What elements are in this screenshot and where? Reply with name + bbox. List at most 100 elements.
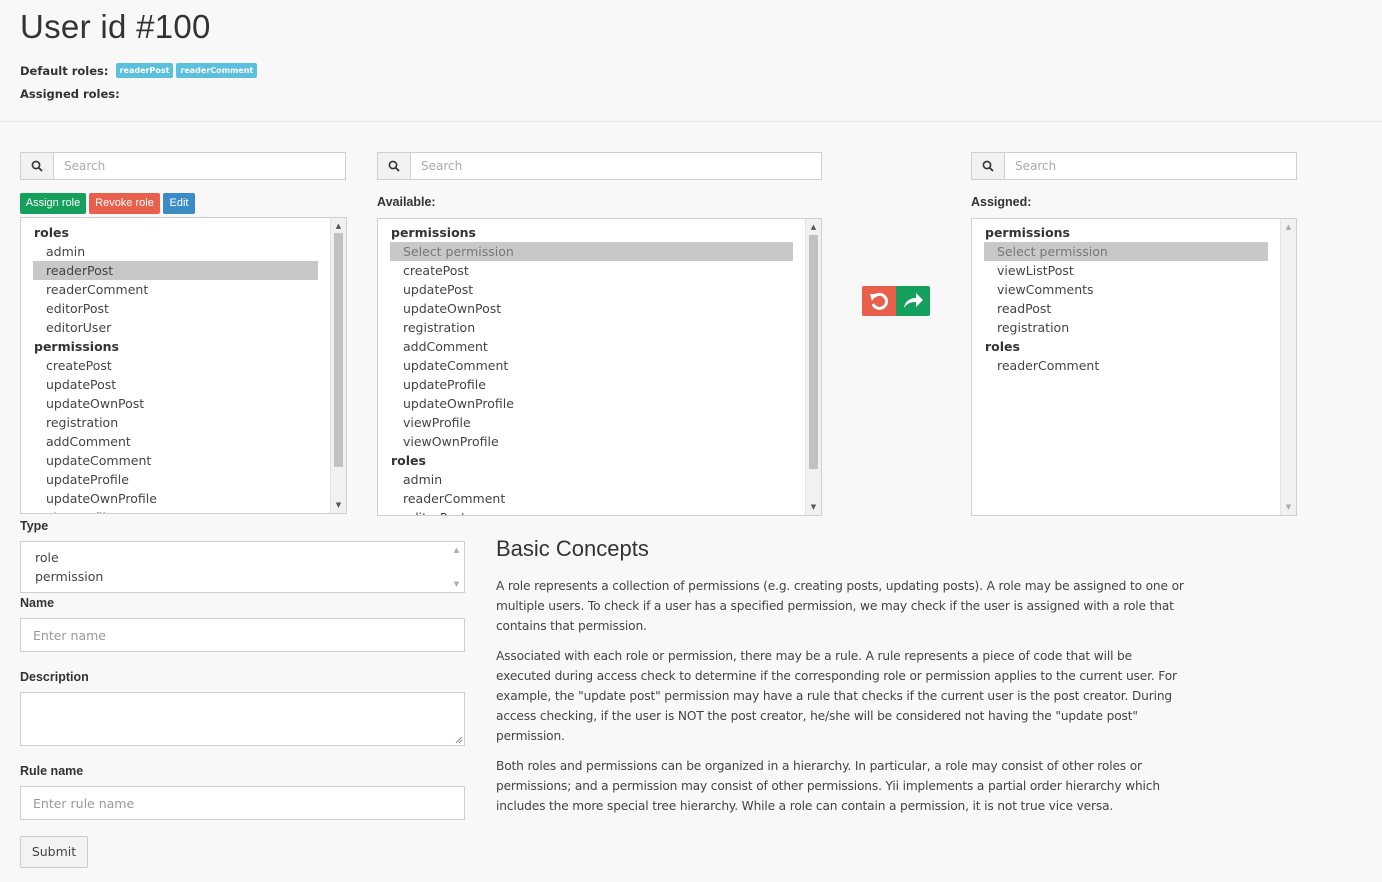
list-item[interactable]: createPost bbox=[33, 356, 318, 375]
scroll-up-icon[interactable]: ▲ bbox=[331, 220, 346, 232]
list-item[interactable]: admin bbox=[33, 242, 318, 261]
group-label-permissions: permissions bbox=[34, 339, 119, 354]
scroll-up-icon[interactable]: ▲ bbox=[449, 544, 464, 556]
scrollbar[interactable]: ▲ ▼ bbox=[1280, 219, 1296, 515]
edit-button[interactable]: Edit bbox=[163, 193, 195, 214]
rule-name-input[interactable] bbox=[21, 787, 464, 819]
list-item[interactable]: viewProfile bbox=[33, 508, 318, 513]
left-search-input[interactable] bbox=[54, 153, 345, 179]
scroll-up-icon[interactable]: ▲ bbox=[1281, 221, 1296, 233]
assign-role-button[interactable]: Assign role bbox=[20, 193, 86, 214]
list-item[interactable]: registration bbox=[33, 413, 318, 432]
list-item[interactable]: viewProfile bbox=[390, 413, 793, 432]
list-item[interactable]: readerComment bbox=[33, 280, 318, 299]
type-option[interactable]: permission bbox=[21, 567, 448, 586]
list-item[interactable]: createPost bbox=[390, 261, 793, 280]
scroll-thumb[interactable] bbox=[809, 235, 818, 469]
list-item[interactable]: updateProfile bbox=[33, 470, 318, 489]
list-item[interactable]: Select permission bbox=[390, 242, 793, 261]
list-item[interactable]: viewOwnProfile bbox=[390, 432, 793, 451]
share-forward-icon bbox=[904, 293, 923, 308]
assigned-label: Assigned: bbox=[971, 195, 1032, 209]
available-listbox[interactable]: permissions Select permission createPost… bbox=[377, 218, 822, 516]
list-item[interactable]: addComment bbox=[390, 337, 793, 356]
list-item[interactable]: editorPost bbox=[33, 299, 318, 318]
divider bbox=[0, 121, 1382, 122]
undo-icon bbox=[870, 292, 888, 310]
scroll-down-icon[interactable]: ▼ bbox=[806, 501, 821, 513]
scroll-down-icon[interactable]: ▼ bbox=[1281, 501, 1296, 513]
concepts-section: Basic Concepts A role represents a colle… bbox=[496, 536, 1186, 826]
revoke-role-button[interactable]: Revoke role bbox=[89, 193, 160, 214]
list-item[interactable]: editorUser bbox=[33, 318, 318, 337]
list-item[interactable]: addComment bbox=[33, 432, 318, 451]
group-label-roles: roles bbox=[391, 453, 426, 468]
group-label-permissions: permissions bbox=[391, 225, 476, 240]
list-item[interactable]: updateOwnPost bbox=[390, 299, 793, 318]
scroll-down-icon[interactable]: ▼ bbox=[449, 578, 464, 590]
search-icon[interactable] bbox=[21, 153, 54, 179]
revoke-arrow-button[interactable] bbox=[862, 286, 896, 316]
list-item[interactable]: registration bbox=[390, 318, 793, 337]
scroll-thumb[interactable] bbox=[334, 233, 343, 467]
concepts-heading: Basic Concepts bbox=[496, 536, 649, 561]
description-input[interactable] bbox=[21, 693, 464, 745]
name-input[interactable] bbox=[21, 619, 464, 651]
assigned-roles-label: Assigned roles: bbox=[20, 87, 120, 101]
list-item[interactable]: updateOwnProfile bbox=[390, 394, 793, 413]
list-item[interactable]: updateProfile bbox=[390, 375, 793, 394]
default-roles-row: Default roles: readerPost readerComment bbox=[20, 60, 258, 79]
list-item[interactable]: viewListPost bbox=[984, 261, 1268, 280]
scroll-down-icon[interactable]: ▼ bbox=[331, 499, 346, 511]
list-item[interactable]: editorPost bbox=[390, 508, 793, 515]
list-item[interactable]: Select permission bbox=[984, 242, 1268, 261]
list-item[interactable]: readPost bbox=[984, 299, 1268, 318]
list-item[interactable]: readerComment bbox=[984, 356, 1268, 375]
list-item[interactable]: updateOwnProfile bbox=[33, 489, 318, 508]
submit-button[interactable]: Submit bbox=[20, 836, 88, 868]
assigned-listbox[interactable]: permissions Select permission viewListPo… bbox=[971, 218, 1297, 516]
available-search bbox=[377, 152, 822, 180]
list-item[interactable]: updatePost bbox=[33, 375, 318, 394]
scrollbar[interactable]: ▲ ▼ bbox=[805, 219, 821, 515]
scrollbar[interactable]: ▲ ▼ bbox=[449, 542, 464, 592]
list-item[interactable]: updatePost bbox=[390, 280, 793, 299]
list-item[interactable]: registration bbox=[984, 318, 1268, 337]
role-badge: readerComment bbox=[176, 63, 258, 78]
list-item[interactable]: updateComment bbox=[390, 356, 793, 375]
description-label: Description bbox=[20, 670, 89, 684]
assign-arrow-button[interactable] bbox=[896, 286, 930, 316]
scrollbar[interactable]: ▲ ▼ bbox=[330, 218, 346, 513]
list-item[interactable]: admin bbox=[390, 470, 793, 489]
list-item[interactable]: readerPost bbox=[33, 261, 318, 280]
type-select[interactable]: role permission ▲ ▼ bbox=[20, 541, 465, 593]
type-label: Type bbox=[20, 519, 49, 533]
type-option[interactable]: role bbox=[21, 548, 448, 567]
list-item[interactable]: viewComments bbox=[984, 280, 1268, 299]
rule-name-field bbox=[20, 786, 465, 820]
available-label: Available: bbox=[377, 195, 436, 209]
scroll-up-icon[interactable]: ▲ bbox=[806, 221, 821, 233]
concepts-paragraph: Associated with each role or permission,… bbox=[496, 649, 1177, 743]
list-item[interactable]: updateComment bbox=[33, 451, 318, 470]
rule-name-label: Rule name bbox=[20, 764, 84, 778]
search-icon[interactable] bbox=[378, 153, 411, 179]
description-field bbox=[20, 692, 465, 746]
search-icon[interactable] bbox=[972, 153, 1005, 179]
list-item[interactable]: updateOwnPost bbox=[33, 394, 318, 413]
group-label-permissions: permissions bbox=[985, 225, 1070, 240]
list-item[interactable]: readerComment bbox=[390, 489, 793, 508]
name-field bbox=[20, 618, 465, 652]
group-label-roles: roles bbox=[985, 339, 1020, 354]
assigned-search-input[interactable] bbox=[1005, 153, 1296, 179]
role-badge: readerPost bbox=[115, 63, 174, 78]
transfer-buttons bbox=[862, 286, 930, 316]
page-title: User id #100 bbox=[20, 8, 211, 45]
items-listbox[interactable]: roles admin readerPost readerComment edi… bbox=[20, 217, 347, 514]
concepts-paragraph: A role represents a collection of permis… bbox=[496, 579, 1184, 633]
available-search-input[interactable] bbox=[411, 153, 821, 179]
left-search bbox=[20, 152, 346, 180]
concepts-paragraph: Both roles and permissions can be organi… bbox=[496, 759, 1160, 813]
resize-handle-icon[interactable] bbox=[454, 735, 463, 744]
assigned-search bbox=[971, 152, 1297, 180]
